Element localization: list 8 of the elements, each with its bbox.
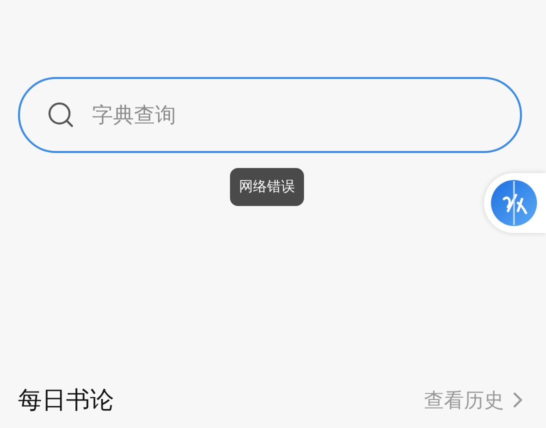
search-icon [48,102,74,128]
section-title: 每日书论 [18,385,114,416]
error-toast: 网络错误 [230,168,304,206]
search-field[interactable]: 字典查询 [18,77,522,153]
history-link[interactable]: 查看历史 [424,386,524,414]
floating-button[interactable] [484,173,546,233]
chevron-icon [512,391,524,409]
brush-logo-icon [490,179,538,227]
